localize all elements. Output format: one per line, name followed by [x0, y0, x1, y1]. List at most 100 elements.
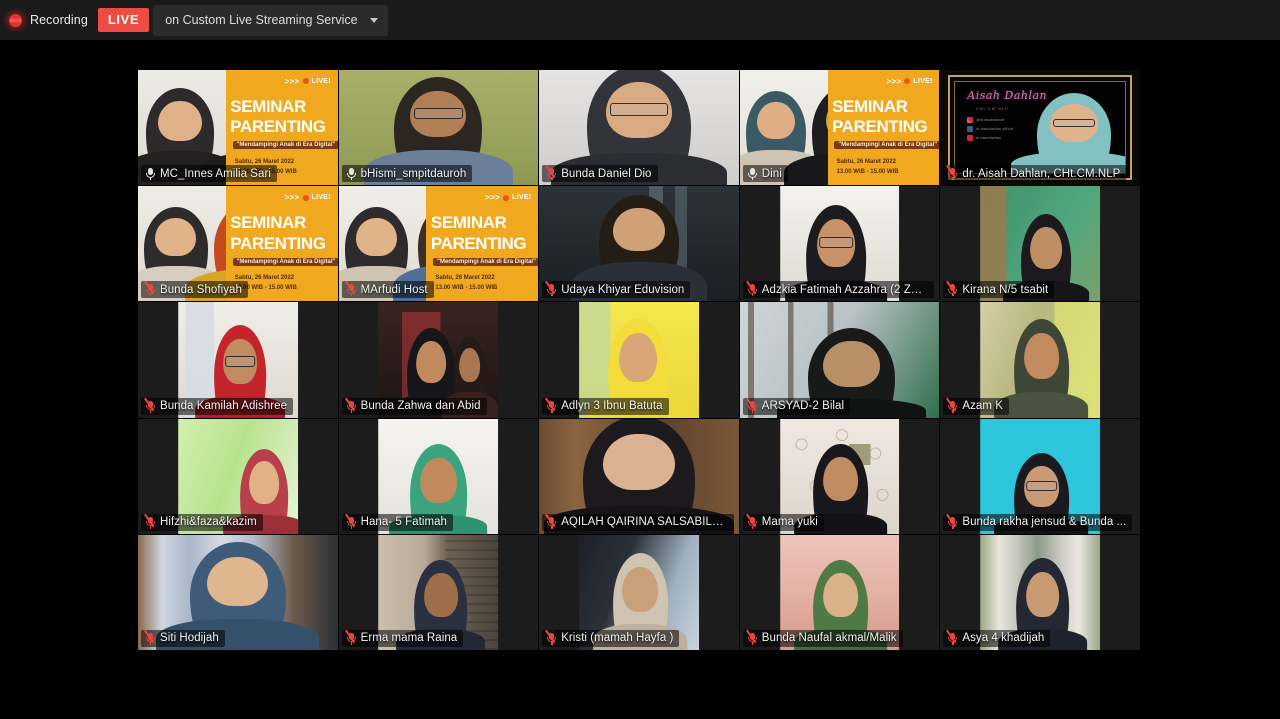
participant-tile[interactable]: Bunda Zahwa dan Abid: [338, 302, 539, 418]
mic-muted-icon[interactable]: [144, 513, 156, 529]
poster-line-1: SEMINAR: [230, 96, 306, 116]
poster-live-label: LIVE!: [311, 194, 331, 202]
participant-name: Erma mama Raina: [360, 632, 458, 645]
participant-name: Udaya Khiyar Eduvision: [561, 283, 685, 296]
participant-name: Azam K: [962, 400, 1003, 413]
chevrons-icon: >>>: [284, 193, 300, 203]
participant-tile[interactable]: Kirana N/5 tsabit: [940, 186, 1140, 302]
participant-tile[interactable]: Hana- 5 Fatimah: [338, 418, 539, 534]
participant-nameplate: MC_Innes Amilia Sari: [141, 165, 277, 183]
participant-tile[interactable]: Adlyn 3 Ibnu Batuta: [539, 302, 739, 418]
participant-tile[interactable]: Azam K: [940, 302, 1140, 418]
participant-tile[interactable]: bHismi_smpitdauroh: [338, 70, 539, 186]
participant-name: Bunda Naufal akmal/Malik: [761, 632, 897, 645]
mic-muted-icon[interactable]: [144, 397, 156, 413]
person-glasses: [1053, 118, 1095, 128]
live-dot-icon: [503, 194, 510, 201]
mic-muted-icon[interactable]: [545, 281, 557, 297]
participant-name: Mama yuki: [761, 516, 818, 529]
chevron-down-icon[interactable]: [369, 17, 378, 23]
participant-tile[interactable]: >>> LIVE! SEMINAR PARENTING "Mendampingi…: [338, 186, 539, 302]
participant-tile[interactable]: Asya 4 khadijah: [940, 534, 1140, 650]
participant-nameplate: Bunda Shofiyah: [141, 281, 248, 299]
live-stream-service-dropdown[interactable]: on Custom Live Streaming Service: [153, 4, 388, 36]
participant-name: Hifzhi&faza&kazim: [160, 516, 257, 529]
poster-live-label: LIVE!: [512, 194, 532, 202]
participant-name: Adzkia Fatimah Azzahra (2 Zai...: [761, 283, 929, 296]
mic-muted-icon[interactable]: [946, 281, 958, 297]
participant-tile[interactable]: Bunda Kamilah Adishree: [138, 302, 338, 418]
mic-muted-icon[interactable]: [545, 629, 557, 645]
participant-tile[interactable]: Bunda rakha jensud & Bunda ...: [940, 418, 1140, 534]
mic-muted-icon[interactable]: [545, 397, 557, 413]
mic-muted-icon[interactable]: [344, 397, 357, 413]
participant-tile[interactable]: >>> LIVE! SEMINAR PARENTING "Mendampingi…: [138, 70, 338, 186]
person-face: [423, 573, 458, 618]
participant-name: Bunda Zahwa dan Abid: [360, 400, 481, 413]
participant-tile[interactable]: Hifzhi&faza&kazim: [138, 418, 338, 534]
participant-tile[interactable]: Bunda Naufal akmal/Malik: [739, 534, 940, 650]
mic-muted-icon[interactable]: [946, 164, 958, 181]
chevrons-icon: >>>: [485, 193, 501, 203]
participant-tile[interactable]: Adzkia Fatimah Azzahra (2 Zai...: [739, 186, 940, 302]
mic-muted-icon[interactable]: [545, 513, 557, 529]
mic-unmuted-icon[interactable]: [145, 167, 156, 181]
participant-tile[interactable]: >>> LIVE! SEMINAR PARENTING "Mendampingi…: [739, 70, 940, 186]
participant-tile[interactable]: Kristi (mamah Hayfa ): [539, 534, 739, 650]
mic-muted-icon[interactable]: [946, 397, 958, 413]
mic-muted-icon[interactable]: [344, 281, 357, 297]
participant-nameplate: AQILAH QAIRINA SALSABILA A...: [542, 513, 734, 531]
mic-muted-icon[interactable]: [946, 513, 958, 529]
mic-muted-icon[interactable]: [144, 281, 156, 297]
person-face: [823, 341, 880, 387]
mic-muted-icon[interactable]: [144, 629, 156, 645]
mic-muted-icon[interactable]: [344, 629, 357, 645]
participant-nameplate: Hifzhi&faza&kazim: [141, 513, 263, 531]
participant-name: Siti Hodijah: [160, 632, 219, 645]
live-dot-icon: [302, 78, 309, 85]
participant-nameplate: bHismi_smpitdauroh: [341, 165, 473, 183]
poster-line-3: "Mendampingi Anak di Era Digital": [232, 141, 338, 150]
mic-muted-icon[interactable]: [746, 513, 758, 529]
participant-tile[interactable]: Aisah Dahlan CHt.CM.NLP @dr.aisahdahlan …: [940, 70, 1140, 186]
mic-muted-icon[interactable]: [344, 513, 357, 529]
person-face: [1025, 571, 1060, 617]
presenter-social-links: @dr.aisahdahlan dr.aisahdahlan.official …: [967, 116, 1013, 144]
participant-tile[interactable]: Udaya Khiyar Eduvision: [539, 186, 739, 302]
person-face: [756, 102, 795, 140]
participant-name: Adlyn 3 Ibnu Batuta: [561, 400, 663, 413]
participant-tile[interactable]: Erma mama Raina: [338, 534, 539, 650]
mic-muted-icon[interactable]: [746, 629, 758, 645]
participant-nameplate: Udaya Khiyar Eduvision: [542, 281, 691, 299]
participant-nameplate: Kristi (mamah Hayfa ): [542, 629, 680, 647]
mic-muted-icon[interactable]: [946, 629, 958, 645]
participant-tile[interactable]: Bunda Daniel Dio: [539, 70, 739, 186]
participant-nameplate: Erma mama Raina: [341, 629, 464, 647]
participant-name: Bunda rakha jensud & Bunda ...: [962, 516, 1127, 529]
seminar-poster-background: >>> LIVE! SEMINAR PARENTING "Mendampingi…: [827, 70, 940, 186]
participant-nameplate: dr. Aisah Dahlan, CHt.CM.NLP: [943, 164, 1127, 183]
participant-nameplate: Bunda rakha jensud & Bunda ...: [943, 513, 1133, 531]
participant-tile[interactable]: AQILAH QAIRINA SALSABILA A...: [539, 418, 739, 534]
participant-tile[interactable]: >>> LIVE! SEMINAR PARENTING "Mendampingi…: [138, 186, 338, 302]
person-face: [248, 461, 280, 505]
participant-tile[interactable]: Siti Hodijah: [138, 534, 338, 650]
participant-nameplate: Dini: [742, 165, 788, 183]
mic-unmuted-icon[interactable]: [747, 167, 758, 181]
person-face: [823, 457, 859, 502]
participant-nameplate: Mama yuki: [742, 513, 824, 531]
mic-muted-icon[interactable]: [746, 281, 758, 297]
seminar-poster-background: >>> LIVE! SEMINAR PARENTING "Mendampingi…: [426, 186, 539, 302]
participant-tile[interactable]: Mama yuki: [739, 418, 940, 534]
participant-name: ARSYAD-2 Bilal: [761, 400, 845, 413]
mic-unmuted-icon[interactable]: [346, 167, 357, 181]
participant-nameplate: Adlyn 3 Ibnu Batuta: [542, 397, 669, 415]
person-face: [622, 566, 658, 613]
person-face: [458, 347, 481, 383]
poster-line-1: SEMINAR: [832, 96, 908, 116]
participant-tile[interactable]: ARSYAD-2 Bilal: [739, 302, 940, 418]
participant-nameplate: Siti Hodijah: [141, 629, 225, 647]
mic-muted-icon[interactable]: [746, 397, 758, 413]
mic-muted-icon[interactable]: [545, 164, 557, 181]
live-dot-icon: [302, 194, 309, 201]
